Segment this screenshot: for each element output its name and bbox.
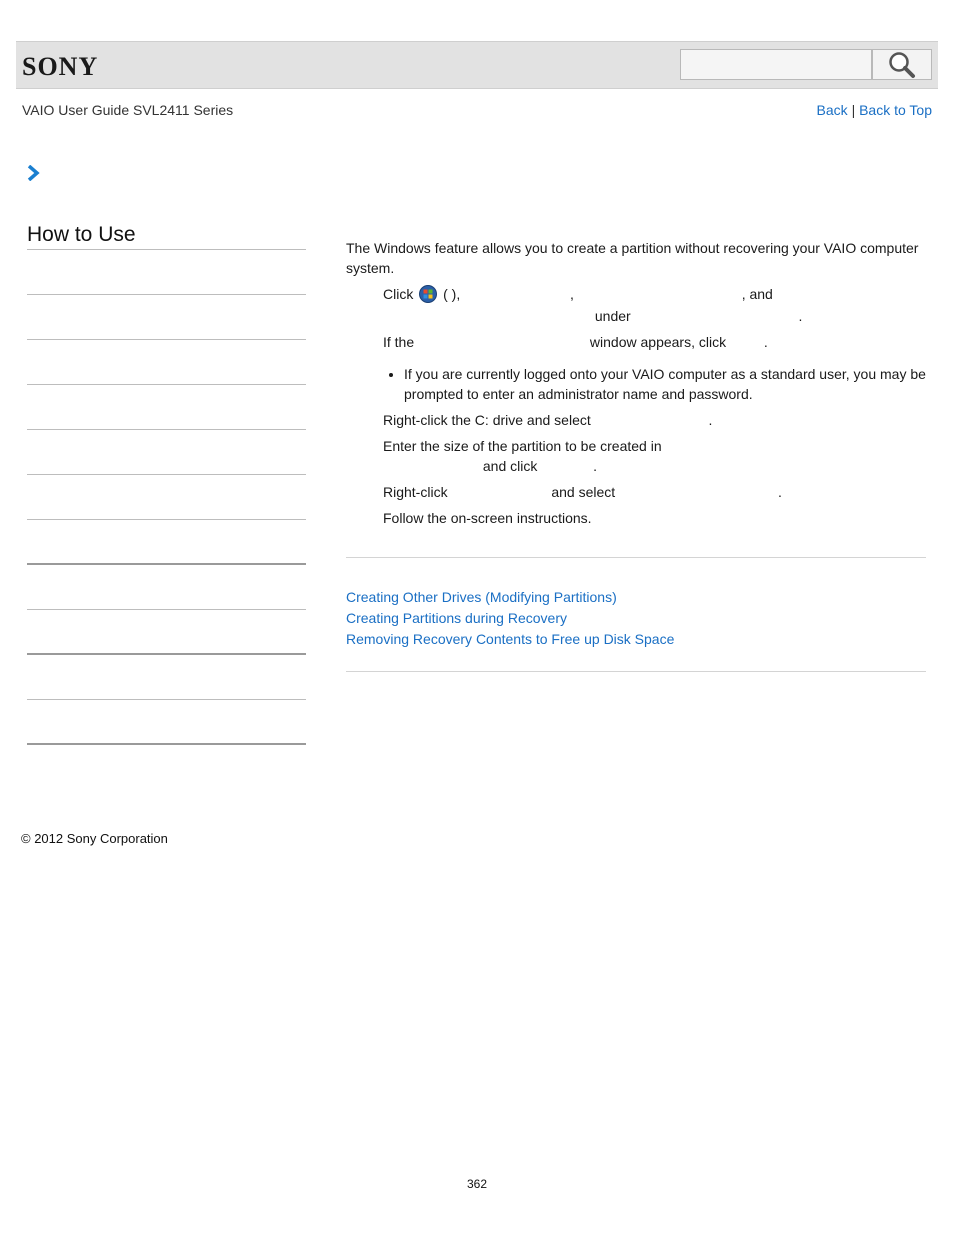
step-3: Right-click the C: drive and select . xyxy=(383,410,926,430)
top-nav-links: Back | Back to Top xyxy=(817,102,932,118)
related-link-removing-recovery-contents[interactable]: Removing Recovery Contents to Free up Di… xyxy=(346,629,674,650)
step-5: Right-click and select . xyxy=(383,482,926,502)
windows-start-icon xyxy=(419,285,438,303)
related-link-creating-partitions-recovery[interactable]: Creating Partitions during Recovery xyxy=(346,608,674,629)
sidebar-item[interactable] xyxy=(27,565,306,610)
sidebar-item[interactable] xyxy=(27,430,306,475)
step-3-text: . xyxy=(708,412,713,428)
sidebar-item[interactable] xyxy=(27,655,306,700)
step-4-text: Enter the size of the partition to be cr… xyxy=(383,438,662,454)
sidebar-item[interactable] xyxy=(27,520,306,565)
step-1-text: Click xyxy=(383,286,414,302)
divider xyxy=(346,671,926,672)
note-list: If you are currently logged onto your VA… xyxy=(383,364,926,404)
page-number: 362 xyxy=(466,1177,488,1191)
step-4-text: and click xyxy=(482,458,538,474)
step-1-text: . xyxy=(798,308,803,324)
step-2-text: If the xyxy=(383,334,415,350)
sidebar-item[interactable] xyxy=(27,340,306,385)
sony-logo: SONY xyxy=(22,52,99,81)
search-input[interactable] xyxy=(680,49,872,80)
sidebar-item[interactable] xyxy=(27,475,306,520)
copyright: © 2012 Sony Corporation xyxy=(21,831,168,846)
header-bar: SONY xyxy=(16,41,938,89)
step-1-text: ( ), xyxy=(443,286,461,302)
step-2-text: . xyxy=(763,334,768,350)
step-1-text: under xyxy=(594,308,631,324)
step-4-text: . xyxy=(593,458,598,474)
sidebar-item[interactable] xyxy=(27,295,306,340)
back-link[interactable]: Back xyxy=(817,102,848,118)
sidebar-item[interactable] xyxy=(27,385,306,430)
intro-text: The Windows feature allows you to create… xyxy=(346,240,919,276)
step-2-text: window appears, click xyxy=(589,334,727,350)
sidebar-menu: How to Use xyxy=(27,220,306,745)
related-links: Creating Other Drives (Modifying Partiti… xyxy=(346,587,674,650)
step-5-text: and select xyxy=(551,484,616,500)
step-2: If the window appears, click . xyxy=(383,332,926,352)
related-link-creating-other-drives[interactable]: Creating Other Drives (Modifying Partiti… xyxy=(346,587,674,608)
search-icon xyxy=(889,51,915,78)
sidebar-item[interactable] xyxy=(27,250,306,295)
nav-separator: | xyxy=(851,102,856,118)
step-4: Enter the size of the partition to be cr… xyxy=(383,436,926,476)
back-to-top-link[interactable]: Back to Top xyxy=(859,102,932,118)
note-item: If you are currently logged onto your VA… xyxy=(383,364,926,404)
main-content: The Windows feature allows you to create… xyxy=(346,238,926,534)
divider xyxy=(346,557,926,558)
sidebar-item[interactable] xyxy=(27,700,306,745)
step-3-text: Right-click the C: drive and select xyxy=(383,412,591,428)
step-1-text: , xyxy=(570,286,574,302)
step-1-text: , and xyxy=(741,286,773,302)
step-5-text: Right-click xyxy=(383,484,448,500)
sidebar-title: How to Use xyxy=(27,220,306,250)
step-6: Follow the on-screen instructions. xyxy=(383,510,592,526)
step-1: Click ( ), , , and under . xyxy=(383,284,926,326)
sidebar-item[interactable] xyxy=(27,610,306,655)
guide-title: VAIO User Guide SVL2411 Series xyxy=(22,102,234,118)
search-button[interactable] xyxy=(872,49,932,80)
chevron-right-icon xyxy=(27,165,40,181)
step-5-text: . xyxy=(777,484,782,500)
